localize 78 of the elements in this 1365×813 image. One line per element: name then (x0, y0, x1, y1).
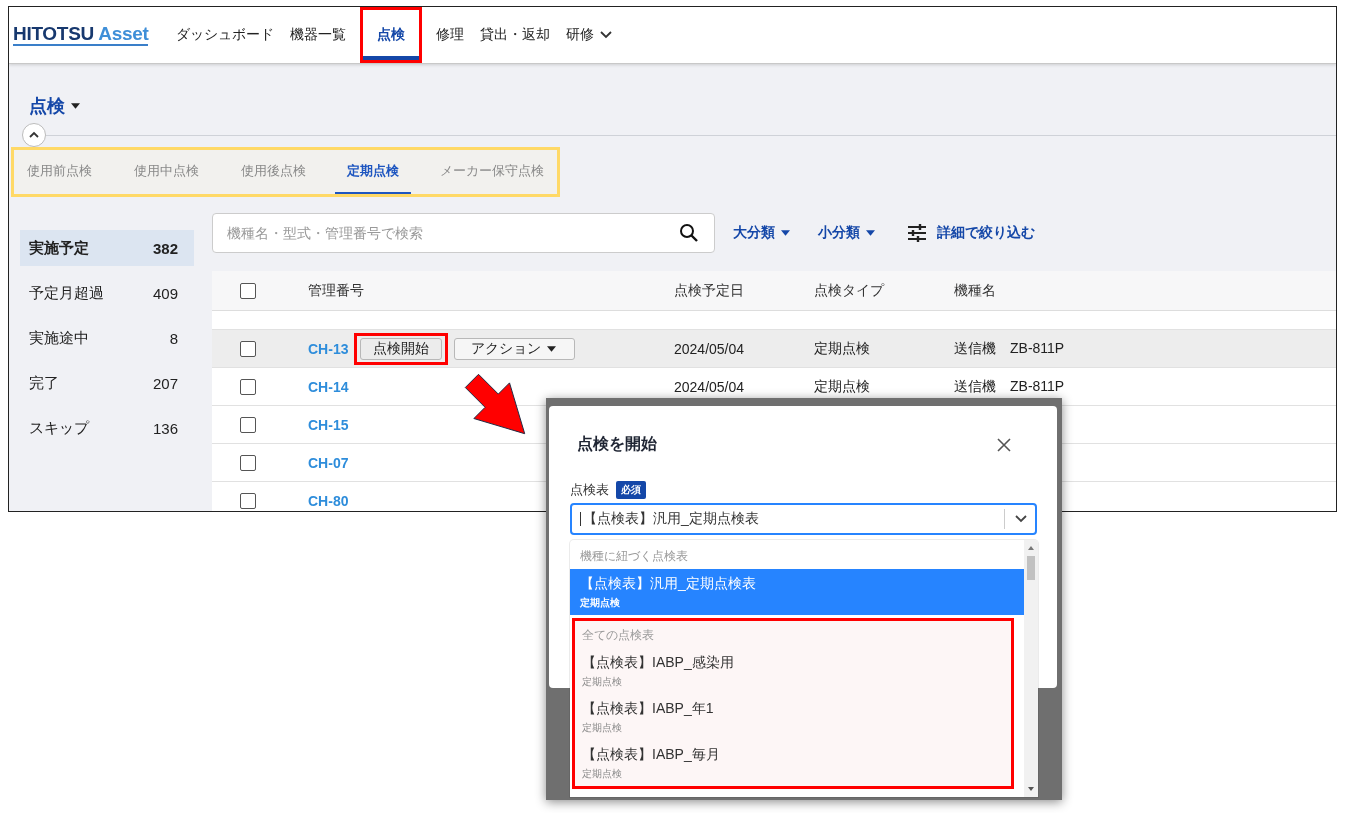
caret-icon (547, 345, 557, 352)
collapse-button[interactable] (22, 123, 46, 147)
filter-dropdown[interactable]: 大分類 (733, 224, 790, 242)
sidebar-item[interactable]: 実施途中 8 (20, 320, 194, 356)
column-header[interactable]: 管理番号 (284, 281, 674, 300)
count: 409 (152, 284, 178, 302)
field-label: 点検表 (570, 481, 609, 499)
sidebar-label: 実施途中 (29, 328, 89, 348)
logo: HITOTSU Asset (13, 24, 149, 46)
column-header[interactable]: 点検タイプ (814, 281, 954, 300)
dropdown-option[interactable]: 【点検表】IABP_毎月 定期点検 (575, 740, 1011, 786)
sidebar-label: スキップ (29, 418, 89, 438)
id-link[interactable]: CH-80 (308, 492, 349, 509)
checkbox[interactable] (240, 492, 256, 509)
sidebar-label: 実施予定 (29, 238, 89, 258)
table-cell-text: 2024/05/04 (674, 378, 746, 395)
nav-tab[interactable]: 修理 (428, 7, 473, 63)
caret-icon (71, 103, 80, 109)
sidebar-label: 予定月超過 (29, 283, 104, 303)
option-subtitle: 定期点検 (582, 675, 623, 689)
search-field[interactable]: 機種名・型式・管理番号で検索 (212, 213, 715, 253)
group-label: 機種に紐づく点検表 (579, 548, 689, 565)
start-button[interactable]: 点検開始 (360, 337, 443, 360)
nav-tab[interactable]: ダッシュボード (168, 7, 283, 63)
count: 207 (152, 374, 178, 392)
option-title: 【点検表】IABP_毎月 (582, 746, 721, 764)
filter-link[interactable]: 詳細で絞り込む (937, 224, 1035, 242)
search-icon[interactable] (679, 223, 699, 243)
nav-tab[interactable]: 研修 (558, 7, 621, 63)
count: 136 (152, 419, 178, 437)
dropdown-option[interactable]: 【点検表】IABP_感染用 定期点検 (575, 648, 1011, 694)
caret-icon (781, 230, 790, 236)
table-cell-text: 定期点検 (814, 377, 871, 396)
sidebar-label: 完了 (29, 373, 59, 393)
nav-tab[interactable]: 機器一覧 (282, 7, 355, 63)
sidebar-item[interactable]: 予定月超過 409 (20, 275, 194, 311)
column-header[interactable]: 点検予定日 (674, 281, 814, 300)
sidebar-item[interactable]: スキップ 136 (20, 410, 194, 446)
option-subtitle: 定期点検 (582, 721, 623, 735)
id-link[interactable]: CH-15 (308, 416, 349, 433)
checkbox[interactable] (240, 416, 256, 433)
checkbox[interactable] (240, 340, 256, 357)
dropdown-option[interactable]: 【点検表】汎用_定期点検表 定期点検 (570, 569, 1024, 615)
checkbox[interactable] (240, 282, 256, 299)
filter-dropdown[interactable]: 小分類 (818, 224, 875, 242)
checkbox[interactable] (240, 378, 256, 395)
option-title: 【点検表】汎用_定期点検表 (580, 575, 757, 593)
group-label: 全ての点検表 (581, 627, 655, 644)
caret-icon (866, 230, 875, 236)
chevron-down-icon (1015, 515, 1027, 523)
sidebar-item[interactable]: 完了 207 (20, 365, 194, 401)
id-link[interactable]: CH-07 (308, 454, 349, 471)
required-badge: 必須 (616, 481, 646, 499)
dropdown-option[interactable]: 【点検表】IABP_年1 定期点検 (575, 694, 1011, 740)
column-header[interactable]: 機種名 (954, 281, 1336, 300)
option-subtitle: 定期点検 (580, 596, 621, 610)
checkbox[interactable] (240, 454, 256, 471)
sliders-icon[interactable] (907, 223, 927, 243)
dialog-title: 点検を開始 (577, 434, 657, 454)
action-button[interactable]: アクション (454, 337, 576, 360)
scrollbar[interactable] (1024, 540, 1038, 797)
select-field[interactable]: 【点検表】汎用_定期点検表 (570, 503, 1037, 535)
tab[interactable]: 定期点検 (335, 150, 411, 194)
nav-tab[interactable]: 点検 (363, 10, 420, 60)
close-icon[interactable] (997, 437, 1011, 452)
table-cell-text: 送信機 ZB-811P (954, 339, 1066, 358)
table-cell-text: 2024/05/04 (674, 340, 746, 357)
count: 382 (152, 239, 178, 257)
sidebar-item[interactable]: 実施予定 382 (20, 230, 194, 266)
count: 8 (169, 329, 178, 347)
option-title: 【点検表】IABP_感染用 (582, 654, 735, 672)
nav-tab[interactable]: 貸出・返却 (472, 7, 559, 63)
option-subtitle: 定期点検 (582, 767, 623, 781)
table-cell-text: 送信機 ZB-811P (954, 377, 1066, 396)
id-link[interactable]: CH-14 (308, 378, 349, 395)
page-title[interactable]: 点検 (29, 94, 80, 118)
option-title: 【点検表】IABP_年1 (582, 700, 715, 718)
table-cell-text: 定期点検 (814, 339, 871, 358)
